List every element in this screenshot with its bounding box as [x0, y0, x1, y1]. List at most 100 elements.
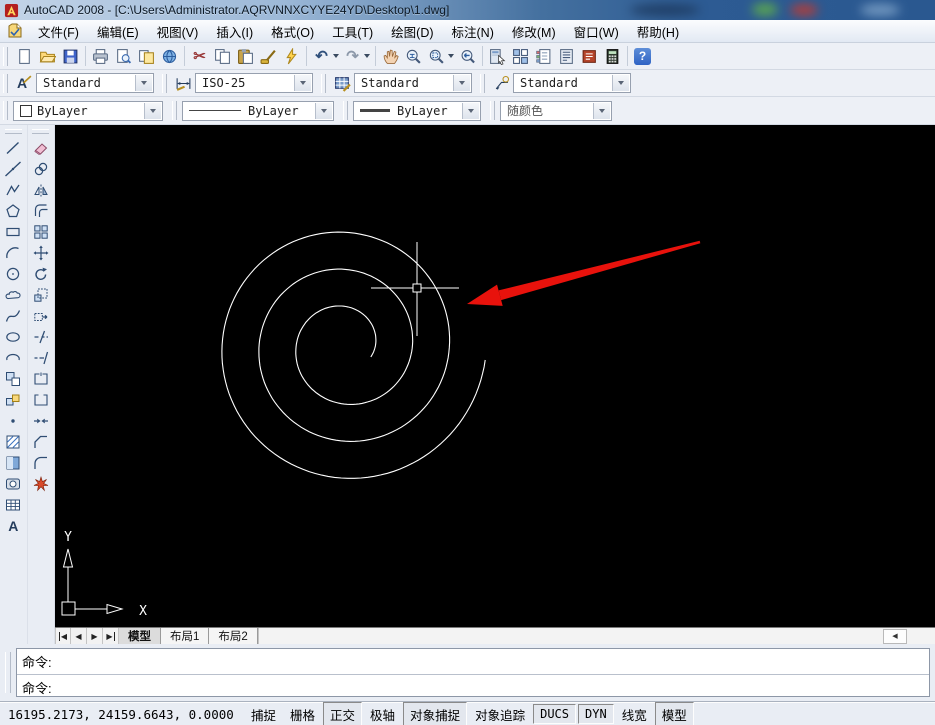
- dropdown-arrow-icon[interactable]: [593, 102, 610, 119]
- drawing-file-icon[interactable]: [7, 23, 23, 39]
- array-button[interactable]: [29, 221, 53, 242]
- toolbar-grip[interactable]: [480, 73, 485, 93]
- command-input-line[interactable]: 命令:: [17, 675, 929, 700]
- open-file-button[interactable]: [36, 45, 59, 68]
- snap-toggle[interactable]: 捕捉: [245, 703, 282, 725]
- menu-item-view[interactable]: 视图(V): [148, 19, 208, 44]
- region-button[interactable]: [1, 473, 25, 494]
- ellipse-button[interactable]: [1, 326, 25, 347]
- linetype-combo[interactable]: ByLayer: [182, 100, 334, 121]
- sheet-set-manager-button[interactable]: [555, 45, 578, 68]
- color-combo[interactable]: ByLayer: [13, 100, 163, 121]
- redo-dropdown-button[interactable]: [364, 54, 370, 58]
- copy-button[interactable]: [211, 45, 234, 68]
- dropdown-arrow-icon[interactable]: [144, 102, 161, 119]
- 3d-dwf-button[interactable]: [158, 45, 181, 68]
- extend-button[interactable]: [29, 347, 53, 368]
- scroll-left-button[interactable]: ◀: [883, 628, 907, 644]
- offset-button[interactable]: [29, 200, 53, 221]
- toolbar-grip[interactable]: [4, 129, 22, 134]
- tab-nav-prev-button[interactable]: ◀: [71, 628, 87, 644]
- grid-toggle[interactable]: 栅格: [284, 703, 321, 725]
- toolbar-grip[interactable]: [343, 101, 348, 120]
- menu-item-edit[interactable]: 编辑(E): [88, 19, 148, 44]
- toolbar-grip[interactable]: [3, 73, 8, 93]
- explode-button[interactable]: [29, 473, 53, 494]
- toolbar-grip[interactable]: [172, 101, 177, 120]
- drawing-canvas[interactable]: YX: [55, 125, 935, 627]
- fillet-button[interactable]: [29, 452, 53, 473]
- join-button[interactable]: [29, 410, 53, 431]
- new-file-button[interactable]: [13, 45, 36, 68]
- paste-button[interactable]: [234, 45, 257, 68]
- design-center-button[interactable]: [509, 45, 532, 68]
- tool-palettes-button[interactable]: [532, 45, 555, 68]
- hatch-button[interactable]: [1, 431, 25, 452]
- text-style-button[interactable]: A: [13, 72, 36, 95]
- dropdown-arrow-icon[interactable]: [612, 75, 629, 91]
- mirror-button[interactable]: [29, 179, 53, 200]
- point-button[interactable]: [1, 410, 25, 431]
- rotate-button[interactable]: [29, 263, 53, 284]
- gradient-button[interactable]: [1, 452, 25, 473]
- toolbar-grip[interactable]: [3, 46, 8, 66]
- undo-dropdown-button[interactable]: [333, 54, 339, 58]
- undo-button[interactable]: ↶: [310, 45, 333, 68]
- break-at-point-button[interactable]: [29, 368, 53, 389]
- lineweight-combo[interactable]: ByLayer: [353, 100, 481, 121]
- copy-object-button[interactable]: [29, 158, 53, 179]
- menu-item-modify[interactable]: 修改(M): [503, 19, 565, 44]
- break-button[interactable]: [29, 389, 53, 410]
- horizontal-scrollbar[interactable]: ◀: [257, 628, 935, 644]
- tab-model[interactable]: 模型: [119, 628, 161, 644]
- toolbar-grip[interactable]: [162, 73, 167, 93]
- dropdown-arrow-icon[interactable]: [462, 102, 479, 119]
- text-style-combo[interactable]: Standard: [36, 73, 154, 93]
- tab-nav-next-button[interactable]: ▶: [87, 628, 103, 644]
- tab-layout1[interactable]: 布局1: [161, 628, 210, 644]
- chamfer-button[interactable]: [29, 431, 53, 452]
- dropdown-arrow-icon[interactable]: [135, 75, 152, 91]
- properties-palette-button[interactable]: [486, 45, 509, 68]
- menu-item-help[interactable]: 帮助(H): [628, 19, 688, 44]
- erase-button[interactable]: [29, 137, 53, 158]
- mleader-style-button[interactable]: [490, 72, 513, 95]
- redo-button[interactable]: ↷: [341, 45, 364, 68]
- command-window-grip[interactable]: [5, 652, 11, 693]
- plot-button[interactable]: [89, 45, 112, 68]
- zoom-window-button[interactable]: [425, 45, 448, 68]
- plot-preview-button[interactable]: [112, 45, 135, 68]
- scale-button[interactable]: [29, 284, 53, 305]
- ellipse-arc-button[interactable]: [1, 347, 25, 368]
- otrack-toggle[interactable]: 对象追踪: [469, 703, 531, 725]
- tab-nav-first-button[interactable]: ◀: [55, 628, 71, 644]
- menu-item-dimension[interactable]: 标注(N): [443, 19, 503, 44]
- pan-button[interactable]: [379, 45, 402, 68]
- markup-set-manager-button[interactable]: [578, 45, 601, 68]
- menu-item-draw[interactable]: 绘图(D): [382, 19, 442, 44]
- menu-item-tools[interactable]: 工具(T): [323, 19, 382, 44]
- title-bar[interactable]: AutoCAD 2008 - [C:\Users\Administrator.A…: [0, 0, 935, 20]
- plot-style-combo[interactable]: 随颜色: [500, 100, 612, 121]
- toolbar-grip[interactable]: [321, 73, 326, 93]
- dropdown-arrow-icon[interactable]: [453, 75, 470, 91]
- arc-button[interactable]: [1, 242, 25, 263]
- polyline-button[interactable]: [1, 179, 25, 200]
- revision-cloud-button[interactable]: [1, 284, 25, 305]
- toolbar-grip[interactable]: [490, 101, 495, 120]
- dyn-toggle[interactable]: DYN: [578, 704, 614, 724]
- construction-line-button[interactable]: [1, 158, 25, 179]
- block-editor-button[interactable]: [280, 45, 303, 68]
- insert-block-button[interactable]: [1, 368, 25, 389]
- mleader-style-combo[interactable]: Standard: [513, 73, 631, 93]
- menu-item-window[interactable]: 窗口(W): [565, 19, 628, 44]
- table-style-combo[interactable]: Standard: [354, 73, 472, 93]
- match-properties-button[interactable]: [257, 45, 280, 68]
- table-style-button[interactable]: [331, 72, 354, 95]
- spline-button[interactable]: [1, 305, 25, 326]
- lineweight-toggle[interactable]: 线宽: [616, 703, 653, 725]
- osnap-toggle[interactable]: 对象捕捉: [403, 701, 468, 725]
- make-block-button[interactable]: [1, 389, 25, 410]
- dim-style-button[interactable]: [172, 72, 195, 95]
- help-button[interactable]: ?: [631, 45, 654, 68]
